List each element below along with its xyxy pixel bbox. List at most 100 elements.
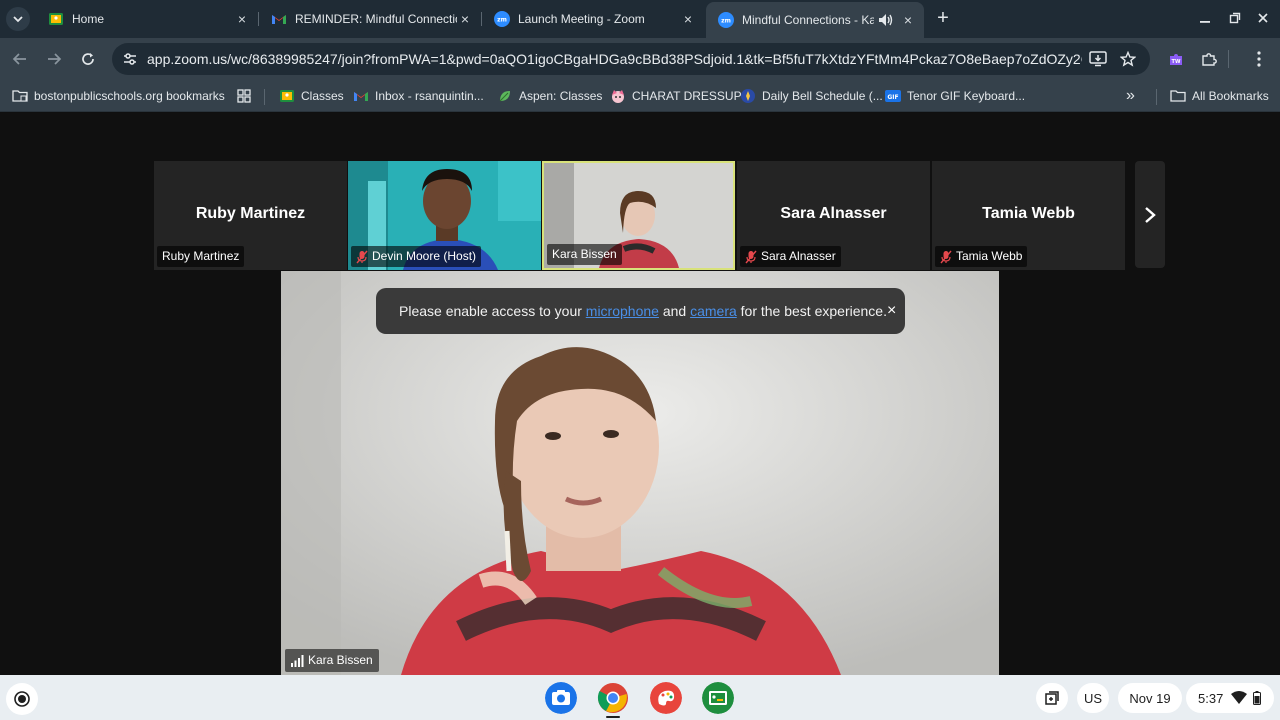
folder-icon — [1170, 90, 1186, 102]
wifi-icon — [1231, 691, 1248, 704]
bell-schedule-icon — [741, 89, 755, 103]
participant-tile-ruby-martinez[interactable]: Ruby Martinez Ruby Martinez — [154, 161, 347, 270]
arrow-left-icon — [12, 53, 26, 65]
chevron-down-icon — [13, 16, 23, 23]
mic-muted-icon — [356, 250, 368, 263]
more-bookmarks-button[interactable]: » — [1126, 86, 1135, 106]
mic-muted-icon — [745, 250, 757, 263]
participant-tile-sara-alnasser[interactable]: Sara Alnasser Sara Alnasser — [737, 161, 930, 270]
close-banner-button[interactable]: × — [887, 302, 896, 320]
bookmark-classes[interactable]: Classes — [279, 86, 344, 106]
extension-button[interactable]: TW — [1164, 47, 1188, 71]
bookmark-divider — [264, 89, 265, 105]
minimize-button[interactable] — [1194, 8, 1216, 30]
bookmark-charat[interactable]: CHARAT DRESSUP — [610, 86, 742, 106]
extensions-menu-button[interactable] — [1197, 47, 1221, 71]
apps-grid-icon — [237, 89, 251, 103]
tab-search-button[interactable] — [6, 7, 30, 31]
tote-button[interactable] — [1036, 683, 1068, 713]
tab-launch-meeting[interactable]: zm Launch Meeting - Zoom × — [482, 4, 704, 34]
permission-text-suffix: for the best experience. — [740, 303, 887, 319]
tab-home[interactable]: Home × — [36, 4, 258, 34]
participant-tag-label: Devin Moore (Host) — [372, 249, 477, 263]
launcher-button[interactable] — [6, 683, 38, 715]
bookmark-apps[interactable] — [236, 86, 258, 106]
bookmark-star-button[interactable] — [1118, 49, 1138, 69]
forward-button[interactable] — [42, 47, 66, 71]
participant-tile-kara-bissen[interactable]: Kara Bissen — [542, 161, 735, 270]
battery-icon — [1253, 691, 1262, 705]
keyboard-layout-button[interactable]: US — [1077, 683, 1109, 713]
bookmark-label: Inbox - rsanquintin... — [375, 89, 484, 103]
bookmark-bell-schedule[interactable]: Daily Bell Schedule (... — [740, 86, 883, 106]
install-icon — [1089, 51, 1107, 67]
participant-tag-label: Kara Bissen — [552, 247, 617, 261]
classroom-app-icon[interactable] — [702, 682, 734, 714]
new-tab-button[interactable]: + — [932, 8, 954, 30]
close-icon[interactable]: × — [680, 11, 696, 27]
participant-name-tag: Tamia Webb — [935, 246, 1028, 267]
system-tray-button[interactable]: 5:37 — [1186, 683, 1274, 713]
bookmark-all[interactable]: All Bookmarks — [1170, 86, 1269, 106]
participant-tile-tamia-webb[interactable]: Tamia Webb Tamia Webb — [932, 161, 1125, 270]
reload-button[interactable] — [76, 47, 100, 71]
reload-icon — [82, 53, 94, 65]
camera-permission-link[interactable]: camera — [690, 303, 737, 319]
permission-text-prefix: Please enable access to your — [399, 303, 582, 319]
participant-tag-label: Ruby Martinez — [162, 249, 240, 263]
restore-button[interactable] — [1224, 8, 1246, 30]
participant-name-tag: Kara Bissen — [547, 244, 622, 265]
microphone-permission-link[interactable]: microphone — [586, 303, 659, 319]
gmail-icon — [272, 15, 286, 24]
next-page-button[interactable] — [1135, 161, 1165, 268]
zoom-icon: zm — [494, 11, 510, 27]
bookmark-bps-folder[interactable]: bostonpublicschools.org bookmarks — [12, 86, 225, 106]
bookmarks-bar: bostonpublicschools.org bookmarks Classe… — [0, 80, 1280, 112]
bookmark-inbox[interactable]: Inbox - rsanquintin... — [353, 86, 484, 106]
chrome-app-icon[interactable] — [597, 682, 629, 714]
tab-gmail-reminder[interactable]: REMINDER: Mindful Connection × — [259, 4, 481, 34]
arrow-right-icon — [48, 53, 62, 65]
tab-mindful-connections[interactable]: zm Mindful Connections - Kara × — [706, 2, 924, 38]
date-tray-button[interactable]: Nov 19 — [1118, 683, 1182, 713]
clock-time: 5:37 — [1198, 690, 1224, 706]
bookmark-label: Classes — [301, 89, 344, 103]
close-icon[interactable]: × — [900, 12, 916, 28]
bookmark-label: bostonpublicschools.org bookmarks — [34, 89, 225, 103]
gif-icon: GIF — [885, 90, 901, 102]
participant-tag-label: Tamia Webb — [956, 249, 1023, 263]
toolbar-divider — [1228, 50, 1229, 68]
permission-text-middle: and — [662, 303, 687, 319]
holding-space-icon — [1045, 691, 1059, 705]
chromeos-shelf: US Nov 19 5:37 — [0, 675, 1280, 720]
participant-tile-devin-moore[interactable]: Devin Moore (Host) — [348, 161, 541, 270]
canvas-paint-app-icon[interactable] — [650, 682, 682, 714]
aspen-leaf-icon — [499, 91, 510, 102]
participant-name-display: Ruby Martinez — [195, 205, 306, 222]
bookmark-tenor[interactable]: GIF Tenor GIF Keyboard... — [885, 86, 1025, 106]
address-bar[interactable]: app.zoom.us/wc/86389985247/join?fromPWA=… — [112, 43, 1150, 75]
charat-icon — [612, 90, 624, 103]
chevron-right-icon — [1145, 206, 1156, 223]
close-window-button[interactable] — [1252, 8, 1274, 30]
speaker-audio-icon[interactable] — [878, 13, 894, 27]
site-settings-button[interactable] — [120, 49, 140, 69]
zoom-icon: zm — [718, 12, 734, 28]
close-icon[interactable]: × — [234, 11, 250, 27]
camera-app-icon[interactable] — [545, 682, 577, 714]
bookmark-aspen[interactable]: Aspen: Classes — [497, 86, 602, 106]
bookmark-label: All Bookmarks — [1192, 89, 1269, 103]
running-app-indicator — [606, 716, 620, 718]
back-button[interactable] — [8, 47, 32, 71]
tab-title: REMINDER: Mindful Connection — [295, 12, 457, 26]
tab-title: Launch Meeting - Zoom — [518, 12, 645, 26]
url-text[interactable]: app.zoom.us/wc/86389985247/join?fromPWA=… — [147, 51, 1082, 67]
close-icon[interactable]: × — [457, 11, 473, 27]
bookmark-divider — [1156, 89, 1157, 105]
signal-bars-icon — [291, 654, 304, 667]
install-app-button[interactable] — [1088, 49, 1108, 69]
chrome-menu-button[interactable] — [1247, 47, 1271, 71]
participant-name-display: Sara Alnasser — [780, 205, 887, 222]
google-classroom-icon — [280, 90, 294, 102]
folder-managed-icon — [12, 90, 28, 102]
